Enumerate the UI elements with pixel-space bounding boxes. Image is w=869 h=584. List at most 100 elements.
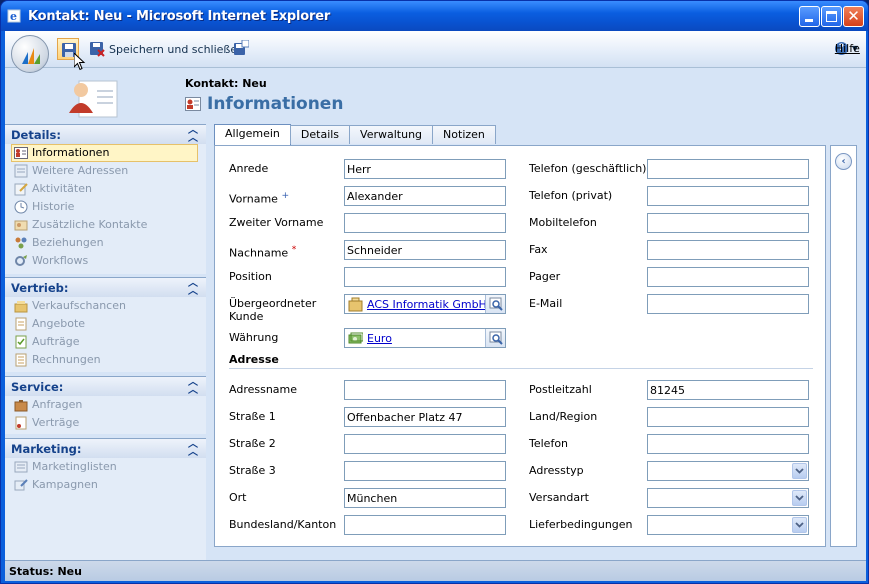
cases-icon	[14, 400, 28, 412]
sidebar-item-kampagnen[interactable]: Kampagnen	[5, 476, 206, 494]
sidebar-item-angebote[interactable]: Angebote	[5, 315, 206, 333]
collapse-icon[interactable]: ︿ ︿	[188, 126, 198, 144]
country-input[interactable]	[647, 407, 809, 427]
address-phone-input[interactable]	[647, 434, 809, 454]
save-and-close-button[interactable]: Speichern und schließen	[89, 40, 244, 58]
section-divider	[229, 368, 813, 369]
street3-input[interactable]	[344, 461, 506, 481]
page-title: Informationen	[185, 94, 343, 114]
sidebar-item-aktivitaeten[interactable]: Aktivitäten	[5, 180, 206, 198]
sidebar-item-label: Aufträge	[32, 335, 80, 348]
address-type-select[interactable]	[647, 461, 809, 481]
tab-bar: Allgemein Details Verwaltung Notizen	[214, 124, 496, 145]
sidebar-item-beziehungen[interactable]: Beziehungen	[5, 234, 206, 252]
dropdown-button[interactable]	[792, 517, 807, 533]
sidebar-item-label: Rechnungen	[32, 353, 101, 366]
sidebar-item-weitere-adressen[interactable]: Weitere Adressen	[5, 162, 206, 180]
sidebar-item-anfragen[interactable]: Anfragen	[5, 396, 206, 414]
page-subtitle: Kontakt: Neu	[185, 77, 267, 90]
position-input[interactable]	[344, 267, 506, 287]
middle-name-input[interactable]	[344, 213, 506, 233]
orders-icon	[15, 335, 27, 349]
workflow-gear-icon	[15, 255, 27, 266]
help-menu[interactable]: ? Hilfe ▼	[834, 42, 860, 55]
sidebar-section-vertrieb: Vertrieb: ︿ ︿ Verkaufschancen Angebote Au…	[5, 277, 206, 372]
sidebar-item-marketinglisten[interactable]: Marketinglisten	[5, 458, 206, 476]
freight-terms-select[interactable]	[647, 515, 809, 535]
field-label-text: Nachname	[229, 246, 289, 260]
sidebar-item-label: Workflows	[32, 254, 89, 267]
sidebar-item-label: Zusätzliche Kontakte	[32, 218, 148, 231]
dropdown-button[interactable]	[792, 490, 807, 506]
parent-customer-lookup[interactable]: ACS Informatik GmbH	[344, 294, 506, 314]
tab-notizen[interactable]: Notizen	[432, 125, 496, 144]
save-and-close-label: Speichern und schließen	[109, 42, 245, 56]
city-input[interactable]: München	[344, 488, 506, 508]
sidebar-item-label: Marketinglisten	[32, 460, 117, 473]
save-close-icon	[90, 42, 105, 57]
tab-verwaltung[interactable]: Verwaltung	[349, 125, 434, 144]
campaign-icon	[14, 479, 28, 491]
pager-input[interactable]	[647, 267, 809, 287]
last-name-input[interactable]: Schneider	[344, 240, 506, 260]
street1-input[interactable]: Offenbacher Platz 47	[344, 407, 506, 427]
contact-card-icon	[69, 80, 118, 118]
sidebar-item-verkaufschancen[interactable]: Verkaufschancen	[5, 297, 206, 315]
sidebar-item-auftraege[interactable]: Aufträge	[5, 333, 206, 351]
sidebar-section-header[interactable]: Service: ︿ ︿	[5, 377, 206, 396]
mobile-phone-input[interactable]	[647, 213, 809, 233]
salutation-input[interactable]: Herr	[344, 159, 506, 179]
tab-allgemein[interactable]: Allgemein	[214, 124, 291, 145]
field-label-telefon: Telefon	[529, 437, 569, 450]
field-label-land-region: Land/Region	[529, 410, 598, 423]
title-bar[interactable]: e Kontakt: Neu - Microsoft Internet Expl…	[1, 1, 868, 31]
collapse-icon[interactable]: ︿ ︿	[188, 378, 198, 396]
sidebar-section-header[interactable]: Vertrieb: ︿ ︿	[5, 278, 206, 297]
field-label-zweiter-vorname: Zweiter Vorname	[229, 216, 324, 229]
tab-details[interactable]: Details	[289, 125, 351, 144]
email-input[interactable]	[647, 294, 809, 314]
sidebar-item-workflows[interactable]: Workflows	[5, 252, 206, 270]
sidebar-section-header[interactable]: Details: ︿ ︿	[5, 125, 206, 144]
sidebar-item-vertraege[interactable]: Verträge	[5, 414, 206, 432]
sidebar-item-historie[interactable]: Historie	[5, 198, 206, 216]
state-input[interactable]	[344, 515, 506, 535]
shipping-method-select[interactable]	[647, 488, 809, 508]
lookup-button[interactable]	[485, 329, 505, 347]
sidebar-item-rechnungen[interactable]: Rechnungen	[5, 351, 206, 369]
collapse-icon[interactable]: ︿ ︿	[188, 279, 198, 297]
save-and-new-icon[interactable]	[233, 40, 249, 56]
minimize-button[interactable]	[799, 6, 820, 27]
maximize-button[interactable]	[821, 6, 842, 27]
relationships-icon	[15, 237, 27, 249]
status-text: Status: Neu	[9, 565, 82, 578]
lookup-button[interactable]	[485, 295, 505, 313]
dropdown-button[interactable]	[792, 463, 807, 479]
fax-input[interactable]	[647, 240, 809, 260]
sidebar-section-title: Details:	[11, 128, 61, 142]
postal-code-input[interactable]: 81245	[647, 380, 809, 400]
sidebar-item-label: Angebote	[32, 317, 86, 330]
field-label-strasse-3: Straße 3	[229, 464, 276, 477]
sidebar-section-details: Details: ︿ ︿ Informationen Weitere Adress…	[5, 124, 206, 274]
home-phone-input[interactable]	[647, 186, 809, 206]
close-icon: ✕	[847, 7, 860, 25]
parent-customer-value[interactable]: ACS Informatik GmbH	[367, 298, 487, 311]
history-clock-icon	[14, 200, 28, 214]
crm-logo-icon[interactable]	[11, 35, 49, 73]
business-phone-input[interactable]	[647, 159, 809, 179]
sidebar-section-header[interactable]: Marketing: ︿ ︿	[5, 439, 206, 458]
contact-form: Anrede Herr Vorname + Alexander Zweiter …	[214, 145, 826, 547]
sidebar-item-zusaetzliche-kontakte[interactable]: Zusätzliche Kontakte	[5, 216, 206, 234]
currency-value[interactable]: Euro	[367, 332, 392, 345]
currency-lookup[interactable]: Euro	[344, 328, 506, 348]
expand-panel-icon[interactable]: ‹	[835, 153, 852, 170]
collapse-icon[interactable]: ︿ ︿	[188, 440, 198, 458]
close-button[interactable]: ✕	[843, 6, 864, 27]
street2-input[interactable]	[344, 434, 506, 454]
required-marker: *	[291, 244, 297, 255]
address-name-input[interactable]	[344, 380, 506, 400]
first-name-input[interactable]: Alexander	[344, 186, 506, 206]
related-panel: ‹	[830, 145, 857, 547]
sidebar-item-informationen[interactable]: Informationen	[11, 144, 198, 162]
